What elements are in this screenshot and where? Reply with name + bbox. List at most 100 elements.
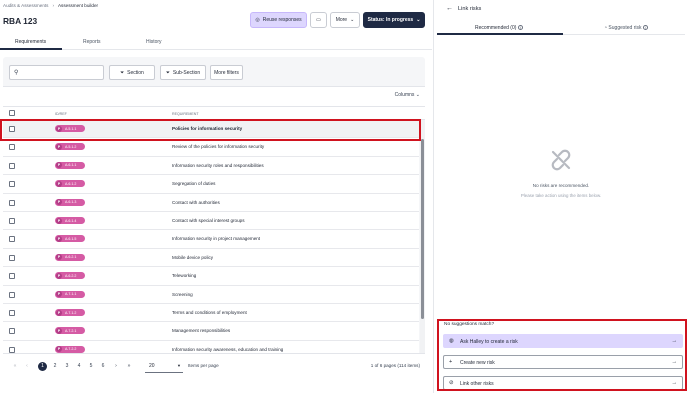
id-badge-text: A.6.1.4 <box>65 218 77 223</box>
breadcrumb-root[interactable]: Audits & Assessments <box>3 3 48 8</box>
breadcrumb: Audits & Assessments › Assessment builde… <box>3 3 98 8</box>
columns-label: Columns <box>394 92 415 98</box>
active-tab-indicator <box>0 48 62 50</box>
requirement-text: Contact with authorities <box>172 199 220 205</box>
row-checkbox[interactable] <box>9 181 15 188</box>
id-badge[interactable]: P A.7.2.1 <box>55 327 85 335</box>
requirement-text: Contact with special interest groups <box>172 218 245 223</box>
id-badge-text: A.7.1.2 <box>65 310 77 315</box>
id-badge-prefix: P <box>56 162 62 169</box>
id-badge-prefix: P <box>56 143 62 150</box>
tab-reports[interactable]: Reports <box>83 39 101 45</box>
columns-button[interactable]: Columns ⌄ <box>395 92 420 98</box>
id-badge-prefix: P <box>56 309 62 316</box>
page-5-button[interactable]: 5 <box>87 363 95 369</box>
id-badge[interactable]: P A.7.2.2 <box>55 345 85 353</box>
row-checkbox[interactable] <box>9 236 15 243</box>
select-all-checkbox[interactable] <box>9 110 15 116</box>
table-row[interactable]: P A.5.1.2 Review of the policies for infor… <box>3 138 419 157</box>
tab-recommended[interactable]: Recommended (0) i <box>475 25 523 31</box>
id-badge-text: A.6.2.1 <box>65 255 77 260</box>
tab-history[interactable]: History <box>146 39 162 45</box>
row-checkbox[interactable] <box>9 346 15 353</box>
table-row[interactable]: P A.6.1.2 Segregation of duties <box>3 175 419 194</box>
table-row[interactable]: P A.6.2.1 Mobile device policy <box>3 248 419 268</box>
back-arrow-icon[interactable]: ← <box>446 5 453 12</box>
tab-recommended-label: Recommended (0) <box>475 25 517 31</box>
id-badge[interactable]: P A.5.1.2 <box>55 143 85 151</box>
row-checkbox[interactable] <box>9 218 15 224</box>
section-filter-label: Section <box>127 69 144 76</box>
table-row[interactable]: P A.7.1.2 Terms and conditions of employme… <box>3 304 419 323</box>
id-badge-prefix: P <box>56 235 62 242</box>
breadcrumb-separator: › <box>52 3 54 8</box>
id-badge[interactable]: P A.6.1.1 <box>55 161 85 169</box>
id-column-header[interactable]: ID/REF <box>55 112 67 116</box>
scrollbar-thumb[interactable] <box>421 139 424 319</box>
app-root: Audits & Assessments › Assessment builde… <box>0 0 688 393</box>
reuse-responses-button[interactable]: ◎ Reuse responses <box>250 12 307 28</box>
subsection-filter-label: Sub-Section <box>172 69 201 76</box>
empty-state-subtitle: Please take action using the items below… <box>520 193 602 198</box>
page-4-button[interactable]: 4 <box>75 363 83 369</box>
row-checkbox[interactable] <box>9 328 15 335</box>
next-page-button[interactable]: › <box>112 363 120 369</box>
first-page-button[interactable]: « <box>11 363 19 369</box>
id-badge-prefix: P <box>56 291 62 298</box>
search-input[interactable]: ⚲ <box>9 65 104 80</box>
table-row[interactable]: P A.6.1.4 Contact with special interest gr… <box>3 212 419 231</box>
table-row[interactable]: P A.6.1.5 Information security in project … <box>3 230 419 249</box>
id-badge[interactable]: P A.6.1.3 <box>55 198 85 206</box>
id-badge[interactable]: P A.6.2.2 <box>55 272 85 280</box>
row-checkbox[interactable] <box>9 310 15 316</box>
row-checkbox[interactable] <box>9 273 15 280</box>
row-checkbox[interactable] <box>9 199 15 206</box>
table-row[interactable]: P A.7.2.2 Information security awareness, … <box>3 340 419 353</box>
page-6-button[interactable]: 6 <box>99 363 107 369</box>
table-row[interactable]: P A.7.2.1 Management responsibilities <box>3 322 419 341</box>
id-badge[interactable]: P A.6.2.1 <box>55 253 85 261</box>
id-badge[interactable]: P A.6.1.4 <box>55 217 85 224</box>
tab-suggested-risk[interactable]: ◔ Suggested risk i <box>604 25 648 31</box>
table-header: ID/REF REQUIREMENT <box>3 106 425 120</box>
table-row[interactable]: P A.7.1.1 Screening <box>3 285 419 304</box>
page-1-button[interactable]: 1 <box>38 362 47 371</box>
subsection-filter-button[interactable]: ⏷ Sub-Section <box>160 65 206 80</box>
section-filter-button[interactable]: ⏷ Section <box>109 65 155 80</box>
id-badge[interactable]: P A.6.1.5 <box>55 235 85 243</box>
highlight-action-area <box>437 319 687 391</box>
id-badge-text: A.6.1.3 <box>65 200 77 205</box>
more-filters-button[interactable]: More filters <box>210 65 243 80</box>
row-checkbox[interactable] <box>9 144 15 151</box>
id-badge[interactable]: P A.6.1.2 <box>55 180 85 188</box>
page-title: RBA 123 <box>3 16 38 26</box>
page-2-button[interactable]: 2 <box>51 363 59 369</box>
items-per-page-select[interactable]: 20 ▼ <box>145 360 183 373</box>
prev-page-button[interactable]: ‹ <box>23 363 31 369</box>
items-per-page-value: 20 <box>149 363 155 369</box>
broken-link-icon <box>550 149 572 176</box>
more-label: More <box>335 17 348 23</box>
row-checkbox[interactable] <box>9 162 15 169</box>
page-3-button[interactable]: 3 <box>63 363 71 369</box>
tab-requirements[interactable]: Requirements <box>15 39 46 45</box>
row-checkbox[interactable] <box>9 291 15 298</box>
status-button[interactable]: Status: In progress ⌄ <box>363 12 425 28</box>
requirement-text: Information security roles and responsib… <box>172 162 264 168</box>
more-button[interactable]: More ⌄ <box>330 12 360 28</box>
table-row[interactable]: P A.6.1.1 Information security roles and r… <box>3 156 419 176</box>
id-badge[interactable]: P A.7.1.2 <box>55 309 85 316</box>
table-row[interactable]: P A.6.1.3 Contact with authorities <box>3 193 419 212</box>
page-info: 1 of 6 pages (114 items) <box>370 363 420 368</box>
id-badge[interactable]: P A.7.1.1 <box>55 290 85 298</box>
table-row[interactable]: P A.6.2.2 Teleworking <box>3 267 419 286</box>
highlight-selected-row <box>0 119 421 141</box>
last-page-button[interactable]: » <box>125 363 133 369</box>
risk-tab-bar: Recommended (0) i ◔ Suggested risk i <box>437 22 685 35</box>
reuse-icon: ◎ <box>255 17 260 23</box>
book-button[interactable]: ▭ <box>310 12 327 28</box>
active-risk-tab-indicator <box>437 33 563 35</box>
requirement-column-header[interactable]: REQUIREMENT <box>172 112 199 116</box>
row-checkbox[interactable] <box>9 254 15 261</box>
tab-suggested-label: Suggested risk <box>608 25 642 31</box>
